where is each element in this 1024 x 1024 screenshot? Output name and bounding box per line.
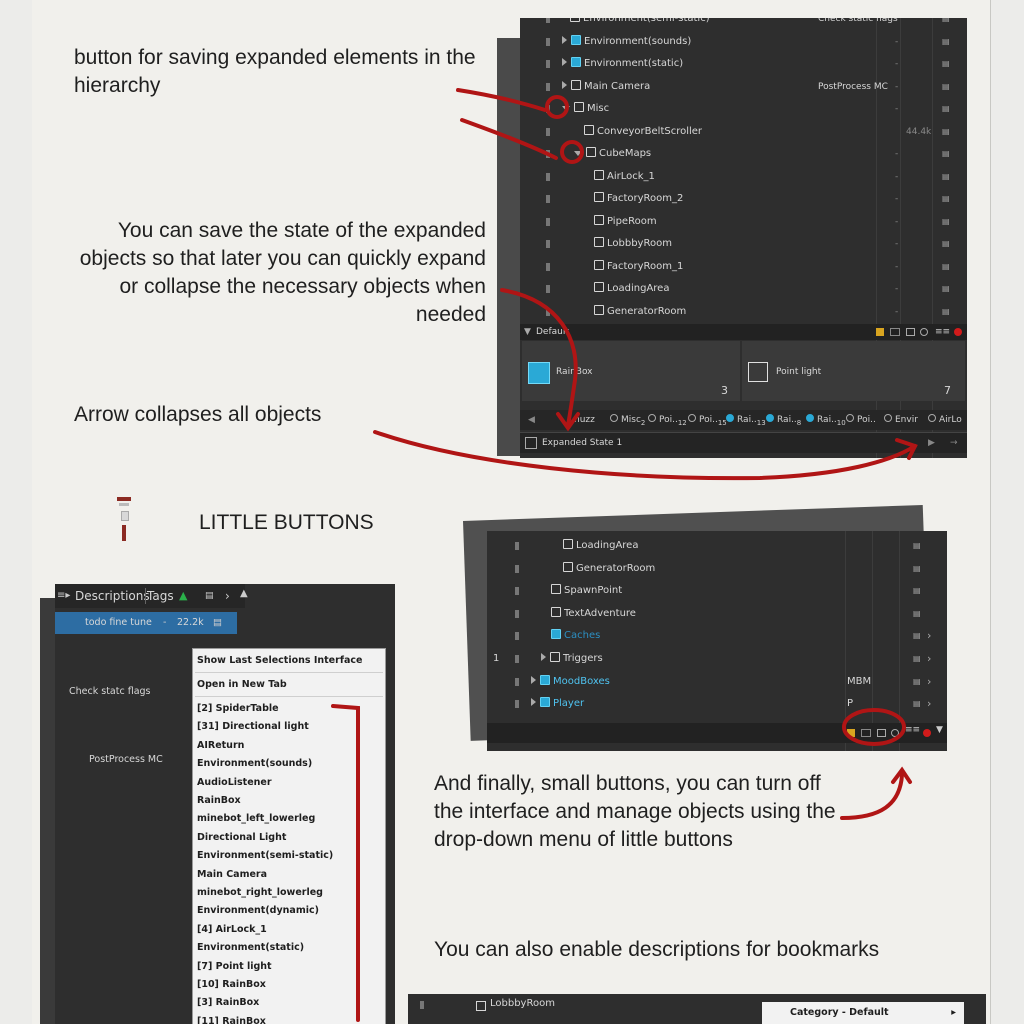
annotation-stroke [456,88,547,112]
annotation-circle [560,140,584,164]
annotation-circle [842,708,906,746]
annotation-circle [545,95,569,119]
red-annotations [331,88,918,1022]
annotation-arrow [373,430,917,481]
annotation-stroke [460,118,558,160]
annotation-bracket [331,704,360,1022]
tutorial-page: { "notes": { "save_button": "button for … [0,0,1024,1024]
annotation-arrow [500,288,578,427]
